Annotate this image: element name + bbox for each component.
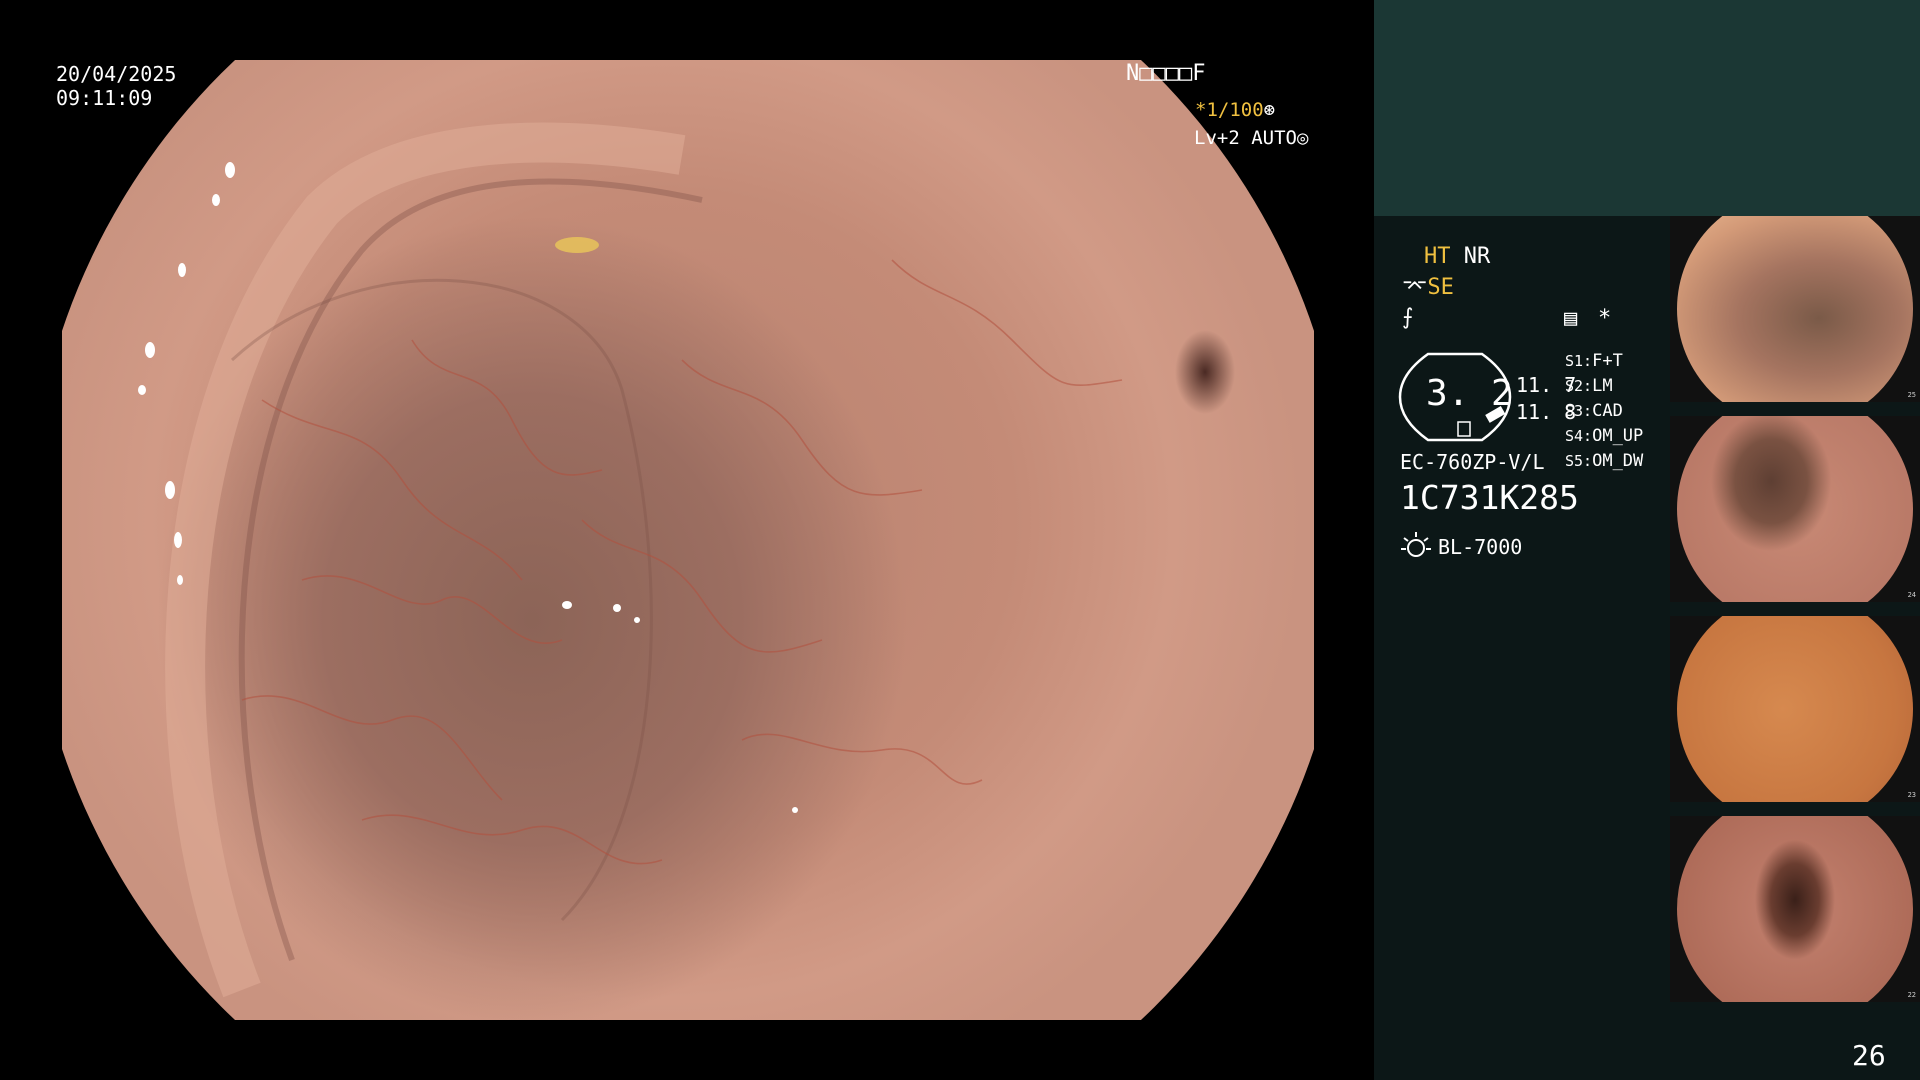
light-source-icon [1401, 532, 1431, 557]
mode-row-se: ⌤SE [1402, 275, 1454, 301]
thumbnail-image[interactable]: 24 [1670, 416, 1920, 602]
thumbnail-image[interactable]: 23 [1670, 616, 1920, 802]
scope-model: EC-760ZP-V/L [1400, 450, 1545, 474]
level-readout: Lv+2 AUTO◎ [1194, 126, 1308, 150]
thumbnail-image[interactable]: 25 [1670, 216, 1920, 402]
date-time-readout: 20/04/2025 09:11:09 [56, 62, 176, 110]
patient-code: N□□□□F [1126, 61, 1206, 86]
thumbnail-number: 24 [1907, 591, 1916, 599]
zoom-readout: *1/100⊛ [1195, 98, 1275, 122]
page-number: 26 [1852, 1039, 1886, 1072]
nr-label: NR [1463, 244, 1491, 269]
se-label: SE [1427, 275, 1454, 300]
scope-serial: 1C731K285 [1400, 478, 1579, 517]
time-text: 09:11:09 [56, 86, 153, 110]
ht-label: HT [1424, 244, 1451, 269]
date-text: 20/04/2025 [56, 62, 177, 86]
slot-row: S2:LM [1565, 376, 1613, 396]
thumbnail-number: 25 [1907, 391, 1916, 399]
thumbnail-number: 22 [1907, 991, 1916, 999]
sidebar-header-area [1374, 0, 1920, 216]
endoscopy-image [62, 60, 1314, 1020]
thumbnail-image[interactable]: 22 [1670, 816, 1920, 1002]
menu-list-icon: ▤ [1564, 306, 1578, 331]
slot-row: S1:F+T [1565, 351, 1623, 371]
function-icon: ⨍ [1402, 305, 1414, 330]
mode-row-ht: HT NR [1424, 244, 1490, 270]
gauge-value: 3. 2 [1426, 373, 1513, 414]
light-source-label: BL-7000 [1438, 535, 1523, 559]
slot-row: S3:CAD [1565, 401, 1623, 421]
structure-enhance-icon: ⌤ [1402, 275, 1428, 300]
level-text: Lv+2 AUTO [1194, 127, 1297, 149]
slot-row: S5:OM_DW [1565, 451, 1644, 471]
mucosa-detail [138, 122, 1123, 998]
thumbnail-number: 23 [1907, 791, 1916, 799]
zoom-text: *1/100 [1195, 99, 1264, 121]
iris-icon: ◎ [1296, 127, 1309, 149]
star-mark: * [1598, 306, 1612, 331]
shutter-icon: ⊛ [1263, 99, 1276, 121]
slot-row: S4:OM_UP [1565, 426, 1644, 446]
